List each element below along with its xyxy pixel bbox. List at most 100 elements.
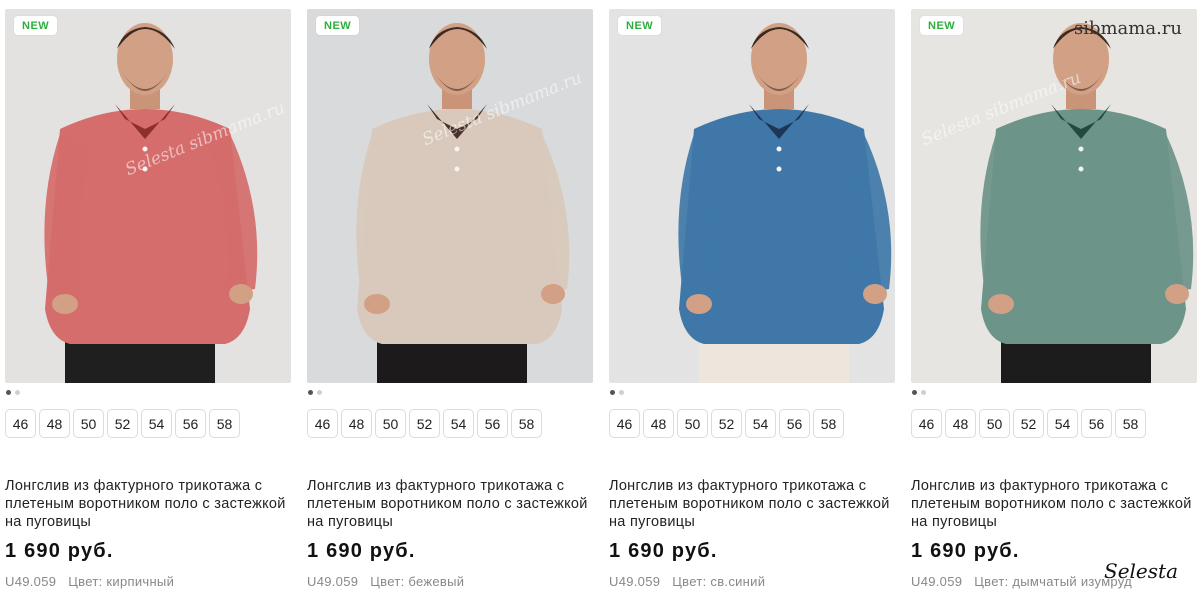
product-color: Цвет: кирпичный [68,574,175,589]
hand [364,294,390,314]
carousel-dot[interactable] [6,390,11,395]
brand-watermark: Selesta [1104,559,1178,583]
product-card[interactable]: NEW 46 48 50 52 54 56 58 Лонгслив из фактурног… [609,9,895,603]
size-option-48[interactable]: 48 [341,409,372,438]
size-option-50[interactable]: 50 [375,409,406,438]
face [751,23,807,95]
product-color: Цвет: бежевый [370,574,465,589]
carousel-dot[interactable] [619,390,624,395]
shirt-button [1078,146,1084,152]
product-photo[interactable]: Selesta sibmama.ru NEW [5,9,291,383]
size-option-56[interactable]: 56 [779,409,810,438]
hand [863,284,887,304]
hand [229,284,253,304]
size-option-52[interactable]: 52 [1013,409,1044,438]
size-option-54[interactable]: 54 [141,409,172,438]
product-card[interactable]: Selesta sibmama.ru NEW 46 48 50 52 54 56 58 Ло… [307,9,593,603]
size-option-48[interactable]: 48 [39,409,70,438]
carousel-dot[interactable] [317,390,322,395]
shirt-button [454,146,460,152]
size-list: 46 48 50 52 54 56 58 [911,409,1146,438]
carousel-dot[interactable] [921,390,926,395]
product-price: 1 690 руб. [307,540,416,562]
carousel-dot[interactable] [610,390,615,395]
size-option-58[interactable]: 58 [511,409,542,438]
hand [686,294,712,314]
hand [541,284,565,304]
product-meta: U49.059 Цвет: дымчатый изумруд [911,574,1132,589]
size-option-58[interactable]: 58 [1115,409,1146,438]
product-title[interactable]: Лонгслив из фактурного трикотажа с плете… [307,477,593,531]
product-meta: U49.059 Цвет: кирпичный [5,574,174,589]
product-price: 1 690 руб. [609,540,718,562]
product-price: 1 690 руб. [911,540,1020,562]
size-option-46[interactable]: 46 [911,409,942,438]
image-carousel-dots [610,390,628,398]
size-option-52[interactable]: 52 [711,409,742,438]
product-sku: U49.059 [307,574,359,589]
product-image [609,9,895,383]
image-carousel-dots [308,390,326,398]
product-meta: U49.059 Цвет: бежевый [307,574,464,589]
size-list: 46 48 50 52 54 56 58 [307,409,542,438]
product-photo[interactable]: Selesta sibmama.ru NEW [307,9,593,383]
size-option-48[interactable]: 48 [643,409,674,438]
new-badge: NEW [920,16,964,35]
product-image [911,9,1197,383]
size-option-54[interactable]: 54 [443,409,474,438]
shirt-button [1078,166,1084,172]
shirt-button [776,166,782,172]
product-meta: U49.059 Цвет: св.синий [609,574,765,589]
hand [988,294,1014,314]
size-option-46[interactable]: 46 [5,409,36,438]
product-sku: U49.059 [5,574,57,589]
carousel-dot[interactable] [15,390,20,395]
product-grid: Selesta sibmama.ru NEW 46 48 50 52 54 56 58 Ло… [0,0,1200,603]
product-image [307,9,593,383]
size-option-52[interactable]: 52 [409,409,440,438]
face [117,23,173,95]
size-option-52[interactable]: 52 [107,409,138,438]
hand [52,294,78,314]
site-watermark: sibmama.ru [1073,18,1182,39]
size-option-48[interactable]: 48 [945,409,976,438]
shirt-button [776,146,782,152]
new-badge: NEW [618,16,662,35]
size-option-58[interactable]: 58 [813,409,844,438]
product-title[interactable]: Лонгслив из фактурного трикотажа с плете… [5,477,291,531]
size-option-50[interactable]: 50 [677,409,708,438]
size-option-46[interactable]: 46 [307,409,338,438]
hand [1165,284,1189,304]
size-option-54[interactable]: 54 [1047,409,1078,438]
size-list: 46 48 50 52 54 56 58 [609,409,844,438]
shirt-button [454,166,460,172]
size-option-58[interactable]: 58 [209,409,240,438]
new-badge: NEW [316,16,360,35]
size-list: 46 48 50 52 54 56 58 [5,409,240,438]
size-option-56[interactable]: 56 [175,409,206,438]
product-title[interactable]: Лонгслив из фактурного трикотажа с плете… [609,477,895,531]
size-option-56[interactable]: 56 [477,409,508,438]
size-option-50[interactable]: 50 [73,409,104,438]
image-carousel-dots [912,390,930,398]
face [429,23,485,95]
product-title[interactable]: Лонгслив из фактурного трикотажа с плете… [911,477,1197,531]
product-photo[interactable]: Selesta sibmama.ru NEW [911,9,1197,383]
image-carousel-dots [6,390,24,398]
product-photo[interactable]: NEW [609,9,895,383]
product-image [5,9,291,383]
size-option-54[interactable]: 54 [745,409,776,438]
carousel-dot[interactable] [912,390,917,395]
size-option-46[interactable]: 46 [609,409,640,438]
product-card[interactable]: Selesta sibmama.ru NEW 46 48 50 52 54 56 58 Ло… [911,9,1197,603]
carousel-dot[interactable] [308,390,313,395]
size-option-56[interactable]: 56 [1081,409,1112,438]
product-card[interactable]: Selesta sibmama.ru NEW 46 48 50 52 54 56 58 Ло… [5,9,291,603]
product-color: Цвет: св.синий [672,574,766,589]
product-sku: U49.059 [911,574,963,589]
shirt-button [142,146,148,152]
shirt-button [142,166,148,172]
product-sku: U49.059 [609,574,661,589]
size-option-50[interactable]: 50 [979,409,1010,438]
new-badge: NEW [14,16,58,35]
